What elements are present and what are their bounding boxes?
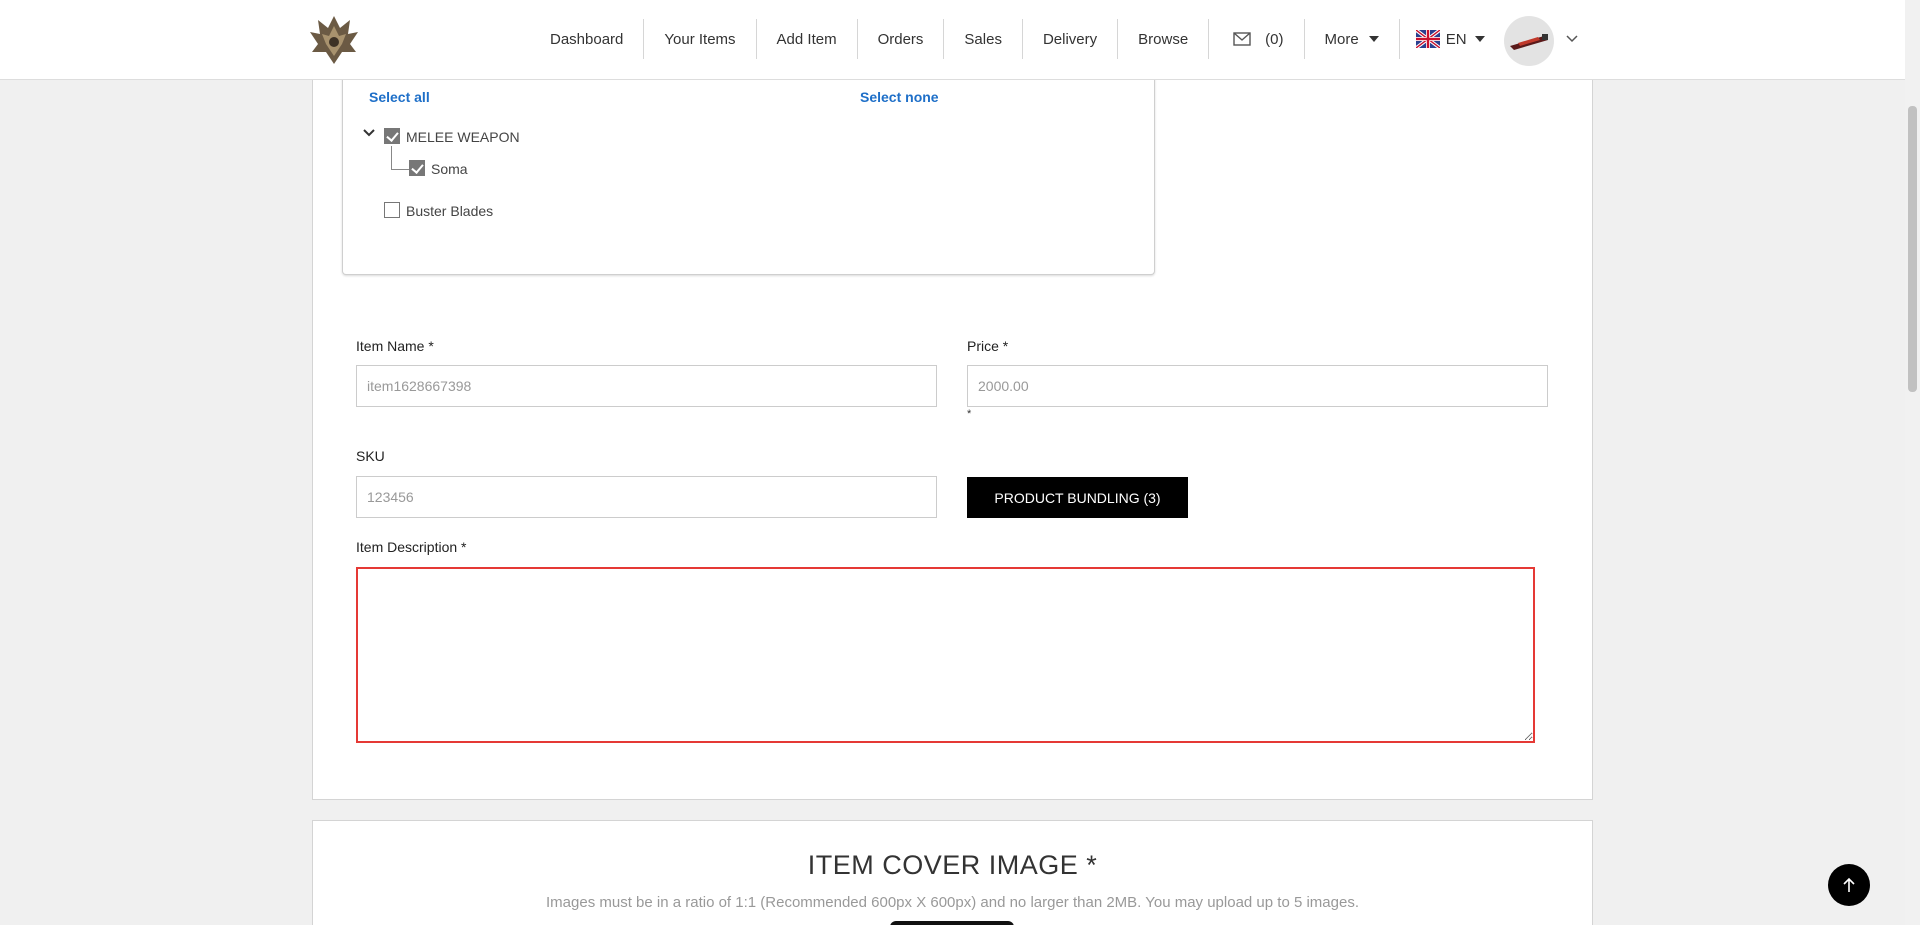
more-label: More xyxy=(1324,30,1359,48)
tree-node-soma: Soma xyxy=(431,161,468,177)
nav-messages[interactable]: (0) xyxy=(1209,19,1305,59)
melee-weapon-checkbox[interactable] xyxy=(384,128,400,144)
item-name-label: Item Name * xyxy=(356,338,434,354)
item-description-textarea[interactable] xyxy=(356,567,1535,743)
logo-icon[interactable] xyxy=(306,12,362,68)
price-input[interactable] xyxy=(967,365,1548,407)
sku-input[interactable] xyxy=(356,476,937,518)
collapse-chevron-icon[interactable] xyxy=(362,128,376,138)
tree-connector xyxy=(391,146,392,170)
nav-more-dropdown[interactable]: More xyxy=(1305,19,1400,59)
nav-dashboard[interactable]: Dashboard xyxy=(530,19,645,59)
top-navbar: Dashboard Your Items Add Item Orders Sal… xyxy=(0,0,1905,80)
soma-checkbox[interactable] xyxy=(409,160,425,176)
avatar-image xyxy=(1510,34,1548,50)
nav-orders[interactable]: Orders xyxy=(858,19,945,59)
nav-your-items[interactable]: Your Items xyxy=(644,19,757,59)
back-to-top-button[interactable] xyxy=(1828,864,1870,906)
arrow-up-icon xyxy=(1843,877,1855,892)
product-bundling-button[interactable]: PRODUCT BUNDLING (3) xyxy=(967,477,1188,518)
tree-node-buster-blades: Buster Blades xyxy=(406,203,494,219)
chevron-down-icon[interactable] xyxy=(1566,34,1578,44)
price-label: Price * xyxy=(967,338,1009,354)
caret-down-icon xyxy=(1368,36,1379,42)
cover-image-title: ITEM COVER IMAGE * xyxy=(807,850,1098,880)
buster-blades-checkbox[interactable] xyxy=(384,202,400,218)
language-selector[interactable]: EN xyxy=(1400,19,1501,59)
sku-label: SKU xyxy=(356,448,385,464)
nav-sales[interactable]: Sales xyxy=(944,19,1023,59)
nav-delivery[interactable]: Delivery xyxy=(1023,19,1119,59)
language-label: EN xyxy=(1445,30,1467,48)
cover-image-instructions: Images must be in a ratio of 1:1 (Recomm… xyxy=(546,894,1359,911)
upload-button[interactable] xyxy=(890,921,1014,925)
select-all-link[interactable]: Select all xyxy=(369,89,430,105)
item-description-label: Item Description * xyxy=(356,539,467,555)
mail-count: (0) xyxy=(1265,30,1284,48)
nav-add-item[interactable]: Add Item xyxy=(757,19,858,59)
main-nav: Dashboard Your Items Add Item Orders Sal… xyxy=(530,19,1501,59)
tree-connector xyxy=(391,169,409,170)
avatar[interactable] xyxy=(1504,16,1554,66)
price-note: * xyxy=(967,408,972,420)
tree-node-melee-weapon: MELEE WEAPON xyxy=(406,129,520,145)
item-name-input[interactable] xyxy=(356,365,937,407)
scrollbar-thumb[interactable] xyxy=(1908,106,1917,392)
uk-flag-icon xyxy=(1415,30,1440,48)
caret-down-icon xyxy=(1474,36,1485,42)
nav-browse[interactable]: Browse xyxy=(1118,19,1210,59)
select-none-link[interactable]: Select none xyxy=(860,89,939,105)
mail-icon xyxy=(1233,32,1251,46)
